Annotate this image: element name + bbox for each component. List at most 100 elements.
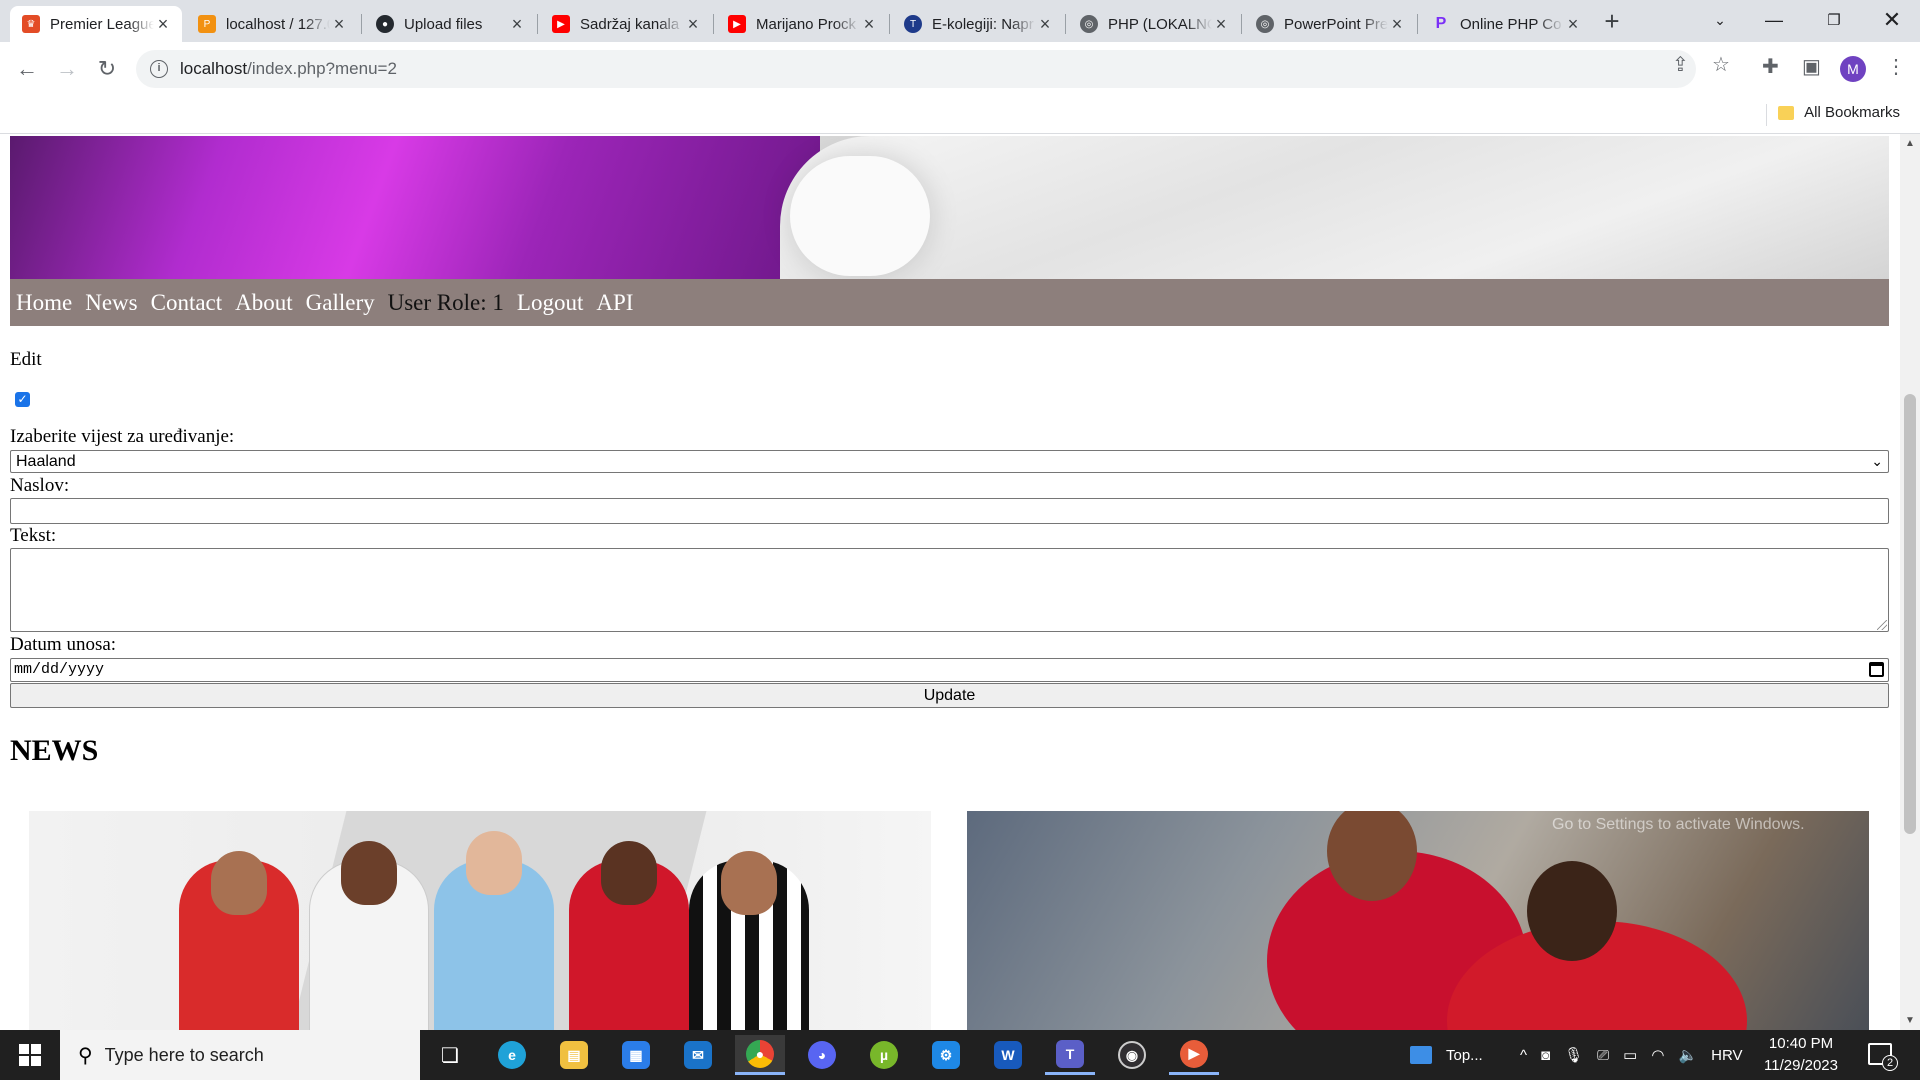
scrollbar-thumb[interactable] [1904,394,1916,834]
webcam-icon[interactable]: ◙ [1541,1047,1550,1064]
wifi-icon[interactable]: ◠ [1651,1046,1664,1064]
tab-premier-league[interactable]: ♛ Premier League × [10,6,182,42]
nav-gallery-link[interactable]: Gallery [306,290,375,316]
news-image-match[interactable] [967,811,1869,1030]
screen: ♛ Premier League × P localhost / 127.0.0… [0,0,1920,1080]
system-clock[interactable]: 10:40 PM 11/29/2023 [1756,1033,1846,1077]
scroll-down-arrow-icon[interactable]: ▼ [1905,1015,1915,1026]
title-label: Naslov: [10,475,70,496]
resize-grip-icon[interactable] [1877,620,1887,630]
title-input[interactable] [10,498,1889,524]
tab-search-chevron-icon[interactable]: ⌄ [1692,0,1748,40]
scroll-up-arrow-icon[interactable]: ▲ [1905,138,1915,149]
volume-icon[interactable]: 🔈 [1678,1046,1697,1064]
date-input[interactable]: mm/dd/yyyy [10,658,1889,682]
word-icon[interactable]: W [983,1035,1033,1075]
news-image-players[interactable] [29,811,931,1030]
search-icon: ⚲ [78,1044,93,1067]
all-bookmarks-button[interactable]: All Bookmarks [1778,104,1900,121]
nav-api-link[interactable]: API [596,290,633,316]
discord-icon[interactable]: ◕ [797,1035,847,1075]
url-text[interactable]: localhost/index.php?menu=2 [180,59,397,79]
show-hidden-chevron-icon[interactable]: ^ [1520,1047,1527,1064]
tab-github-upload[interactable]: ● Upload files × [364,6,536,42]
nav-news-link[interactable]: News [85,290,137,316]
media-player-icon[interactable]: ▶ [1169,1035,1219,1075]
notification-count-badge: 2 [1882,1055,1898,1071]
github-icon: ● [376,15,394,33]
tab-php-local[interactable]: ◎ PHP (LOKALNO) × [1068,6,1240,42]
chrome-icon[interactable]: ● [735,1035,785,1075]
close-tab-icon[interactable]: × [1388,14,1406,35]
task-view-icon[interactable]: ❏ [425,1035,475,1075]
taskbar-search-box[interactable]: ⚲ Type here to search [60,1030,420,1080]
utorrent-icon[interactable]: µ [859,1035,909,1075]
news-select-dropdown[interactable]: Haaland ⌄ [10,450,1889,473]
nav-home-link[interactable]: Home [16,290,72,316]
share-icon[interactable]: ⇪ [1672,52,1689,77]
minimize-button[interactable]: — [1746,0,1802,40]
close-tab-icon[interactable]: × [1036,14,1054,35]
reload-icon[interactable]: ↻ [94,56,120,82]
page-scrollbar[interactable]: ▲ ▼ [1900,134,1920,1030]
clock-time: 10:40 PM [1768,1035,1834,1052]
close-tab-icon[interactable]: × [154,14,172,35]
extensions-puzzle-icon[interactable]: ✚ [1762,54,1779,79]
nav-about-link[interactable]: About [235,290,293,316]
file-explorer-icon[interactable]: ▤ [549,1035,599,1075]
obs-icon[interactable]: ◉ [1107,1035,1157,1075]
text-label: Tekst: [10,525,57,546]
tab-phpmyadmin[interactable]: P localhost / 127.0.0.1 × [186,6,358,42]
restore-button[interactable]: ❐ [1806,0,1862,40]
close-tab-icon[interactable]: × [860,14,878,35]
text-textarea[interactable] [10,548,1889,632]
close-tab-icon[interactable]: × [1564,14,1582,35]
calendar-icon[interactable] [1869,662,1884,677]
tab-youtube-channel[interactable]: ▶ Marijano Prock × [716,6,888,42]
close-window-button[interactable]: ✕ [1864,0,1920,40]
microphone-icon[interactable]: 🎙 [1564,1046,1583,1064]
tab-powerpoint[interactable]: ◎ PowerPoint Pre × [1244,6,1416,42]
edit-checkbox[interactable]: ✓ [15,392,30,407]
close-tab-icon[interactable]: × [330,14,348,35]
browser-toolbar: ← → ↻ i localhost/index.php?menu=2 ⇪ ☆ ✚… [0,42,1920,96]
clock-date: 11/29/2023 [1764,1057,1838,1074]
windows-taskbar: ⚲ Type here to search ❏ e ▤ ▦ ✉ ● ◕ µ ⚙ … [0,1030,1920,1080]
side-panel-icon[interactable]: ▣ [1802,54,1821,79]
tab-youtube-studio[interactable]: ▶ Sadržaj kanala × [540,6,712,42]
close-tab-icon[interactable]: × [1212,14,1230,35]
news-select-value: Haaland [16,453,76,470]
tab-e-kolegiji[interactable]: T E-kolegiji: Napr × [892,6,1064,42]
microsoft-store-icon[interactable]: ▦ [611,1035,661,1075]
forward-arrow-icon[interactable]: → [54,56,80,82]
language-indicator[interactable]: HRV [1711,1047,1742,1064]
nav-contact-link[interactable]: Contact [151,290,223,316]
tab-online-php[interactable]: P Online PHP Co × [1420,6,1592,42]
search-placeholder: Type here to search [104,1044,264,1065]
menu-kebab-icon[interactable]: ⋮ [1886,54,1906,79]
nav-logout-link[interactable]: Logout [517,290,583,316]
start-button[interactable] [0,1030,60,1080]
vs-code-installer-icon[interactable]: ⚙ [921,1035,971,1075]
site-info-icon[interactable]: i [150,60,168,78]
select-news-label: Izaberite vijest za uređivanje: [10,426,235,447]
teams-icon[interactable]: T [1045,1035,1095,1075]
folder-icon [1778,105,1795,120]
close-tab-icon[interactable]: × [508,14,526,35]
edge-icon[interactable]: e [487,1035,537,1075]
battery-icon[interactable]: ▭ [1623,1046,1637,1064]
date-placeholder: mm/dd/yyyy [14,661,105,678]
profile-avatar[interactable]: M [1840,56,1866,82]
bookmark-star-icon[interactable]: ☆ [1712,52,1730,77]
display-icon[interactable]: ⎚ [1597,1047,1609,1064]
back-arrow-icon[interactable]: ← [14,56,40,82]
mail-icon[interactable]: ✉ [673,1035,723,1075]
address-bar[interactable]: i localhost/index.php?menu=2 [136,50,1696,88]
tray-app-weather[interactable]: Top... [1410,1030,1483,1080]
update-button[interactable]: Update [10,683,1889,708]
globe-icon: ◎ [1256,15,1274,33]
close-tab-icon[interactable]: × [684,14,702,35]
notification-center-icon[interactable]: 2 [1868,1043,1898,1071]
new-tab-button[interactable]: + [1599,8,1625,34]
premier-league-favicon-icon: ♛ [22,15,40,33]
